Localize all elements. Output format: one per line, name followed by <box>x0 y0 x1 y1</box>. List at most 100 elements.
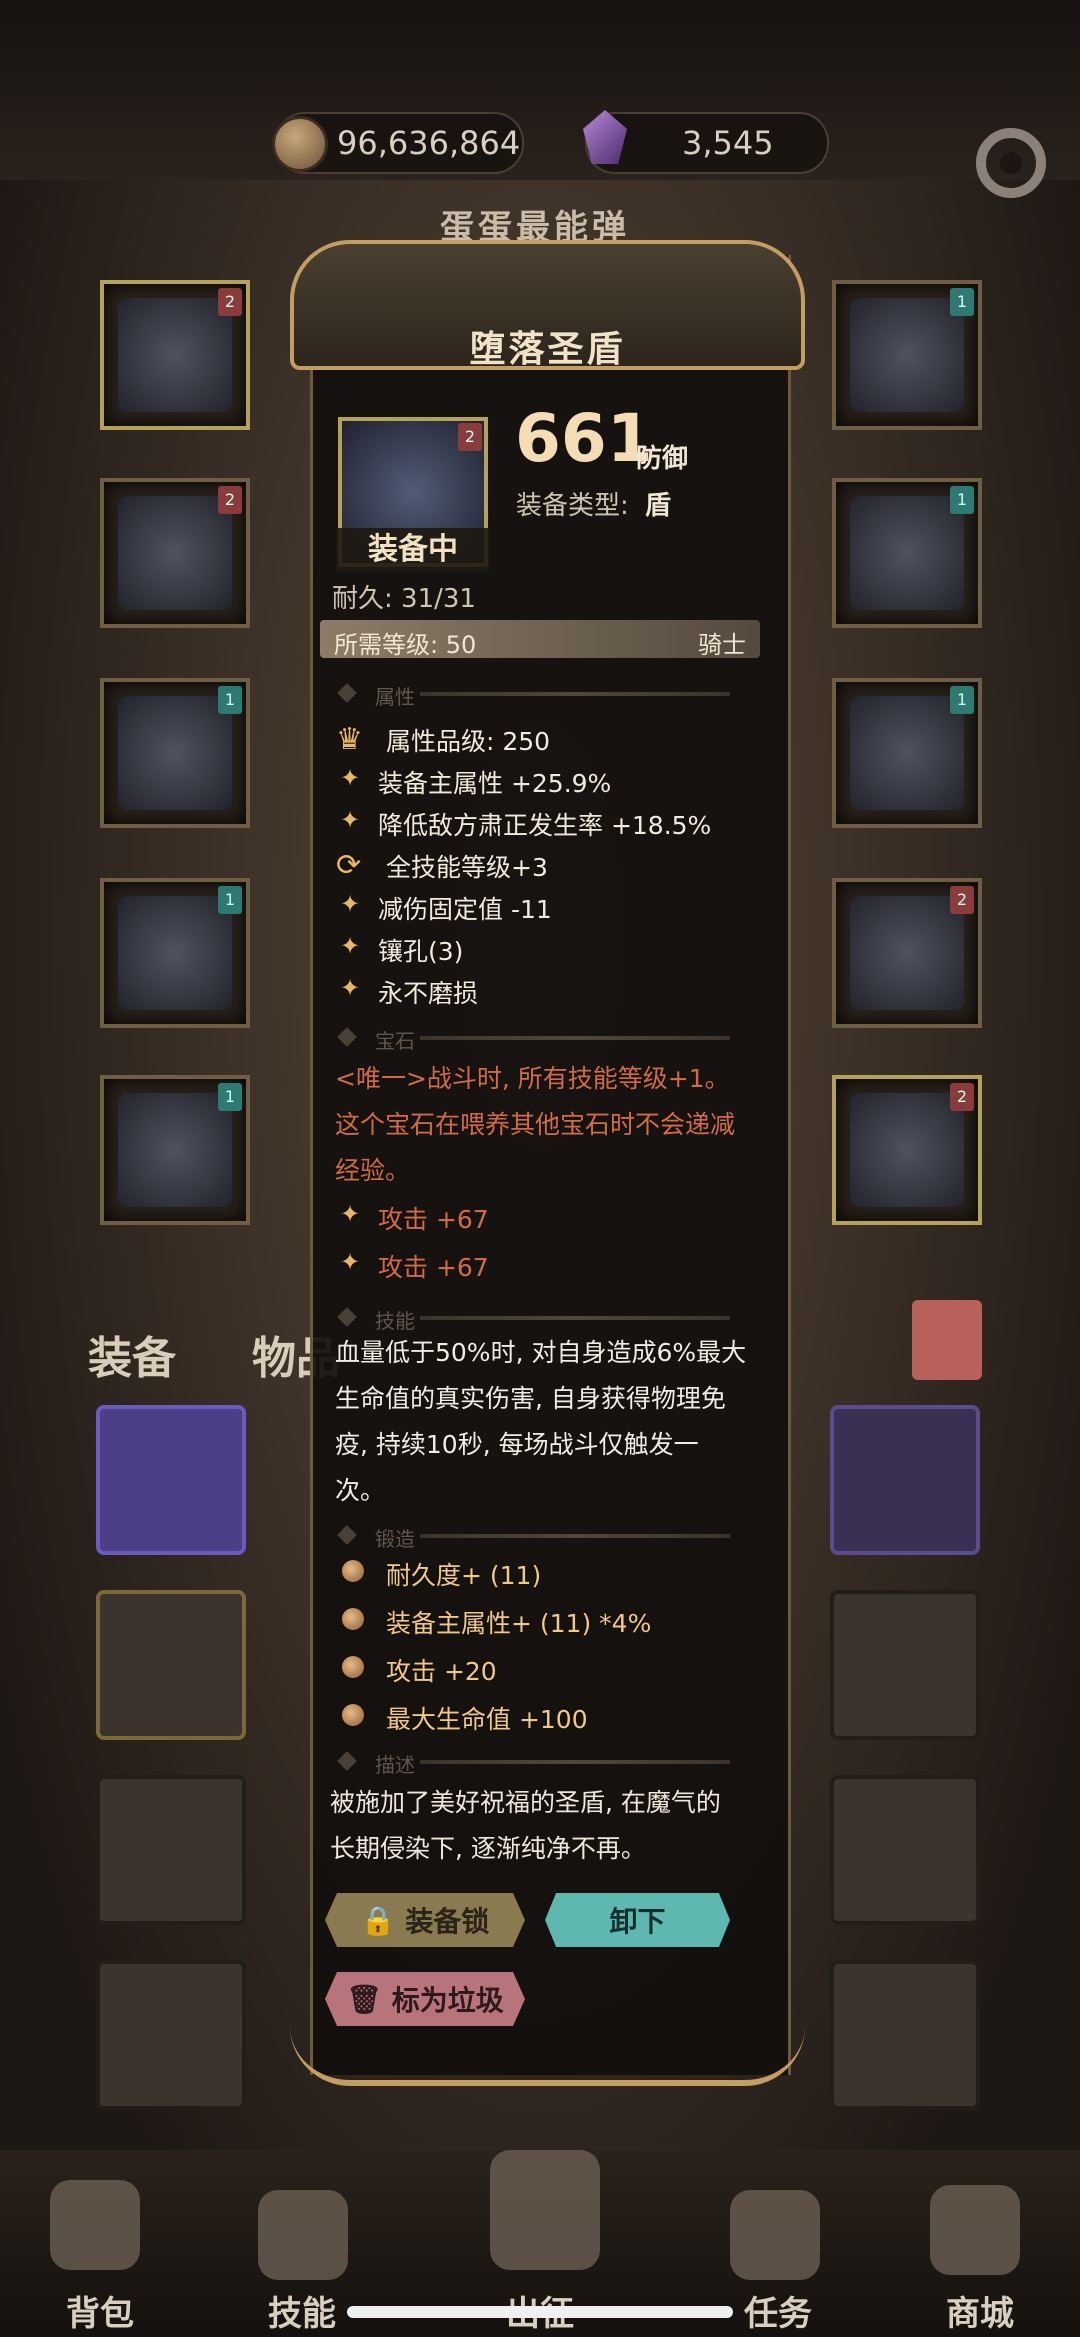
divider <box>420 1036 730 1040</box>
attribute-line: 镶孔(3) <box>378 937 464 966</box>
divider <box>420 1760 730 1764</box>
attribute-line: 永不磨损 <box>378 979 479 1008</box>
slot-necklace[interactable]: 1 <box>832 280 982 430</box>
star-icon: ✦ <box>340 932 361 960</box>
star-icon: ✦ <box>340 974 361 1002</box>
gem-value: 3,545 <box>682 124 774 162</box>
star-icon: ✦ <box>340 890 361 918</box>
slot-weapon[interactable]: 2 <box>832 878 982 1028</box>
section-forge: 锻造 <box>375 1527 415 1551</box>
defense-unit: 防御 <box>636 444 689 474</box>
gauntlet-icon <box>118 696 232 810</box>
helmet-icon <box>118 298 232 412</box>
section-description: 描述 <box>375 1753 415 1777</box>
inventory-slot[interactable] <box>830 1775 980 1925</box>
skill-line: 次。 <box>335 1476 386 1505</box>
slot-helmet[interactable]: 2 <box>100 280 250 430</box>
panel-bottom-frame <box>290 2010 805 2086</box>
badge: 1 <box>950 288 974 316</box>
badge: 1 <box>218 886 242 914</box>
forge-line: 装备主属性+ (11) *4% <box>386 1609 652 1638</box>
section-attributes: 属性 <box>375 685 415 709</box>
badge: 1 <box>218 1083 242 1111</box>
badge: 2 <box>950 886 974 914</box>
star-icon: ✦ <box>340 764 361 792</box>
inventory-slot[interactable] <box>830 1960 980 2110</box>
item-badge: 2 <box>458 423 482 451</box>
lock-icon: 🔒 <box>360 1903 396 1937</box>
cycle-icon: ⟳ <box>336 848 362 883</box>
backpack-icon[interactable] <box>50 2180 140 2270</box>
attribute-grade: 属性品级: 250 <box>386 727 551 756</box>
tab-equipment[interactable]: 装备 <box>88 1322 176 1386</box>
forge-dot-icon <box>342 1608 364 1630</box>
skill-line: 生命值的真实伤害, 自身获得物理免 <box>335 1384 726 1413</box>
quest-scroll-icon[interactable] <box>730 2190 820 2280</box>
settings-gear-icon[interactable] <box>976 128 1046 198</box>
badge: 1 <box>218 686 242 714</box>
forge-line: 攻击 +20 <box>386 1657 497 1686</box>
defense-value: 661 <box>515 400 653 477</box>
slot-pants[interactable]: 1 <box>100 878 250 1028</box>
gold-coin-icon <box>272 116 328 172</box>
ring-icon <box>850 496 964 610</box>
inventory-slot[interactable] <box>96 1590 246 1740</box>
nav-backpack[interactable]: 背包 <box>20 2286 180 2335</box>
gem-line: 经验。 <box>335 1156 411 1185</box>
slot-amulet[interactable]: 1 <box>832 678 982 828</box>
star-icon: ✦ <box>340 1200 361 1228</box>
boots-icon <box>118 1093 232 1207</box>
inventory-slot[interactable] <box>96 1960 246 2110</box>
nav-shop[interactable]: 商城 <box>900 2286 1060 2335</box>
slot-boots[interactable]: 1 <box>100 1075 250 1225</box>
gold-value: 96,636,864 <box>337 124 521 162</box>
divider <box>420 1534 730 1538</box>
amulet-icon <box>850 696 964 810</box>
star-icon: ✦ <box>340 806 361 834</box>
gem-stat: 攻击 +67 <box>378 1253 489 1282</box>
cross-necklace-icon <box>850 298 964 412</box>
inventory-slot[interactable] <box>96 1775 246 1925</box>
inventory-slot[interactable] <box>96 1405 246 1555</box>
slot-ring[interactable]: 1 <box>832 478 982 628</box>
badge: 2 <box>950 1083 974 1111</box>
attribute-line: 降低敌方肃正发生率 +18.5% <box>378 811 712 840</box>
top-bar <box>0 0 1080 180</box>
armor-icon <box>118 496 232 610</box>
attribute-line: 装备主属性 +25.9% <box>378 769 612 798</box>
forge-dot-icon <box>342 1656 364 1678</box>
attribute-line: 减伤固定值 -11 <box>378 895 552 924</box>
shop-icon[interactable] <box>930 2185 1020 2275</box>
forge-line: 最大生命值 +100 <box>386 1705 588 1734</box>
sword-icon <box>850 896 964 1010</box>
type-value: 盾 <box>645 491 672 521</box>
skill-line: 血量低于50%时, 对自身造成6%最大 <box>335 1338 747 1367</box>
home-indicator[interactable] <box>347 2306 733 2318</box>
skill-book-icon[interactable] <box>258 2190 348 2280</box>
level-requirement-bar: 所需等级: 50 骑士 <box>320 620 760 659</box>
grade-crown-icon: ♛ <box>336 722 363 757</box>
description-line: 被施加了美好祝福的圣盾, 在魔气的 <box>330 1788 721 1817</box>
slot-shield[interactable]: 2 <box>832 1075 982 1225</box>
divider <box>420 692 730 696</box>
equipment-lock-button[interactable]: 🔒 装备锁 <box>325 1893 525 1947</box>
forge-dot-icon <box>342 1704 364 1726</box>
expedition-sword-icon[interactable] <box>490 2150 600 2270</box>
badge: 2 <box>218 486 242 514</box>
star-icon: ✦ <box>340 1248 361 1276</box>
lock-button-label: 装备锁 <box>405 1905 490 1938</box>
slot-gauntlet[interactable]: 1 <box>100 678 250 828</box>
badge: 2 <box>218 288 242 316</box>
slot-armor[interactable]: 2 <box>100 478 250 628</box>
gem-stat: 攻击 +67 <box>378 1205 489 1234</box>
trash-bin-icon[interactable] <box>912 1300 982 1380</box>
unequip-button[interactable]: 卸下 <box>545 1893 730 1947</box>
durability: 耐久: 31/31 <box>332 584 476 614</box>
class-requirement: 骑士 <box>698 631 746 659</box>
inventory-slot[interactable] <box>830 1590 980 1740</box>
inventory-slot[interactable] <box>830 1405 980 1555</box>
badge: 1 <box>950 686 974 714</box>
forge-line: 耐久度+ (11) <box>386 1561 542 1590</box>
forge-dot-icon <box>342 1560 364 1582</box>
skill-line: 疫, 持续10秒, 每场战斗仅触发一 <box>335 1430 699 1459</box>
